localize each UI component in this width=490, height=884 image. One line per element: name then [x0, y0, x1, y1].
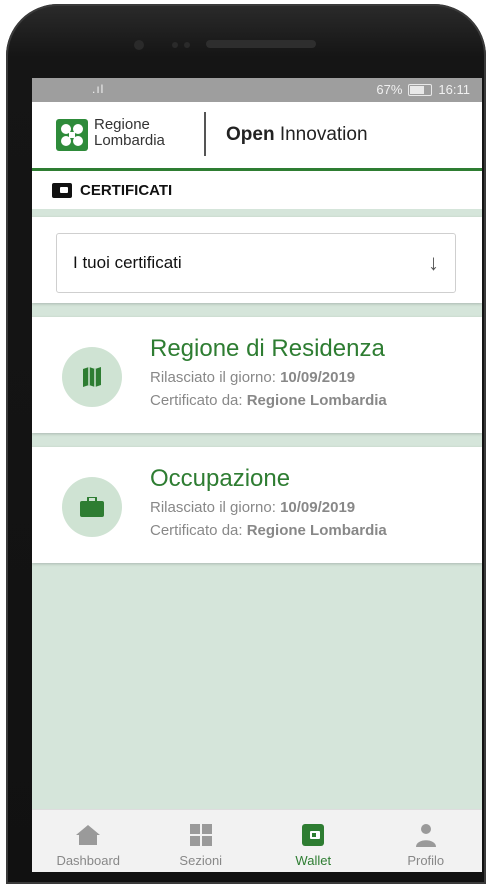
speaker-grille	[206, 40, 316, 48]
certificate-select[interactable]: I tuoi certificati ↓	[56, 233, 456, 293]
nav-label: Wallet	[295, 853, 332, 868]
certificate-issuer: Certificato da: Regione Lombardia	[150, 392, 387, 409]
app-screen: .ıl 67% 16:11 Regione Lombardia Open Inn…	[32, 78, 482, 872]
sensor-dot	[172, 42, 178, 48]
bottom-navigation: Dashboard Sezioni Wallet Profilo	[32, 809, 482, 872]
nav-label: Profilo	[407, 853, 445, 868]
camera-dot	[134, 40, 144, 50]
nav-item-wallet[interactable]: Wallet	[257, 810, 370, 872]
sensor-dot	[184, 42, 190, 48]
wallet-icon	[52, 182, 72, 198]
nav-label: Sezioni	[179, 853, 223, 868]
section-header: CERTIFICATI	[32, 171, 482, 209]
briefcase-icon	[62, 477, 122, 537]
signal-icon: .ıl	[92, 82, 105, 96]
person-icon	[415, 823, 437, 847]
certificate-title: Occupazione	[150, 465, 291, 492]
certificate-card[interactable]: Occupazione Rilasciato il giorno: 10/09/…	[32, 447, 482, 563]
wallet-icon	[301, 823, 325, 847]
select-label: I tuoi certificati	[73, 253, 182, 272]
clock: 16:11	[438, 82, 470, 97]
status-right: 67% 16:11	[376, 82, 470, 97]
grid-icon	[189, 823, 212, 847]
nav-item-profilo[interactable]: Profilo	[370, 810, 483, 872]
certificate-issued: Rilasciato il giorno: 10/09/2019	[150, 499, 356, 516]
regione-lombardia-logo-icon	[56, 119, 88, 151]
map-icon	[62, 347, 122, 407]
battery-percent: 67%	[376, 82, 403, 97]
status-bar: .ıl 67% 16:11	[32, 78, 482, 102]
battery-icon	[408, 83, 433, 96]
certificate-card[interactable]: Regione di Residenza Rilasciato il giorn…	[32, 317, 482, 433]
app-brand: Open Innovation	[226, 124, 368, 145]
certificate-issuer: Certificato da: Regione Lombardia	[150, 522, 387, 539]
logo-wordmark: Regione Lombardia	[94, 116, 165, 149]
arrow-down-icon: ↓	[428, 250, 439, 275]
nav-item-dashboard[interactable]: Dashboard	[32, 810, 145, 872]
certificate-title: Regione di Residenza	[150, 335, 385, 362]
header-divider	[204, 112, 206, 156]
app-header: Regione Lombardia Open Innovation	[32, 102, 482, 171]
certificate-filter-card: I tuoi certificati ↓	[32, 217, 482, 303]
section-title: CERTIFICATI	[80, 181, 173, 199]
certificate-issued: Rilasciato il giorno: 10/09/2019	[150, 369, 356, 386]
home-icon	[75, 823, 101, 847]
nav-item-sezioni[interactable]: Sezioni	[145, 810, 258, 872]
nav-label: Dashboard	[56, 853, 121, 868]
